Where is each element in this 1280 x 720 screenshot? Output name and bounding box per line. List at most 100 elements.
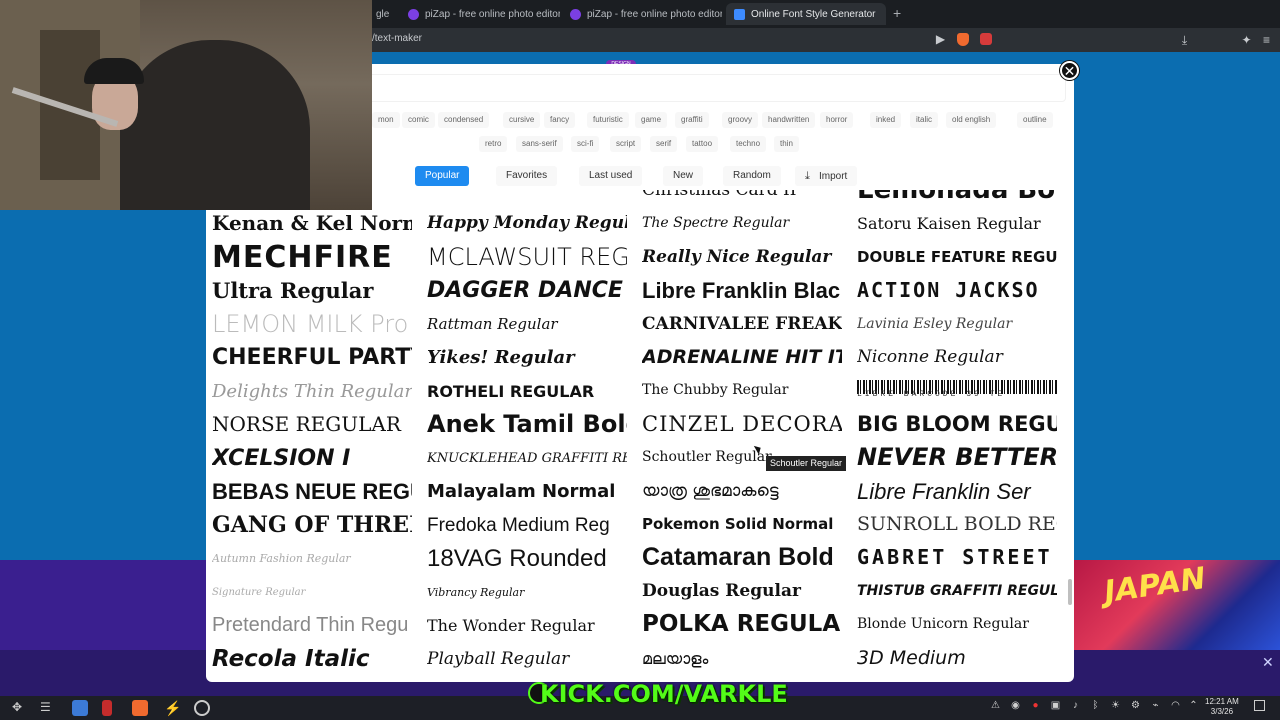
font-option[interactable]: POLKA REGULAR	[642, 608, 842, 641]
tag-chip[interactable]: sci-fi	[571, 136, 600, 152]
font-option[interactable]: THISTUB GRAFFITI REGULAR	[857, 575, 1057, 608]
tab-pizap-2[interactable]: piZap - free online photo editor	[562, 3, 722, 25]
tray-icon[interactable]: ▣	[1050, 700, 1061, 711]
tray-icon[interactable]: ●	[1030, 700, 1041, 711]
tag-chip[interactable]: old english	[946, 112, 997, 128]
font-option[interactable]: മലയാളം	[642, 642, 842, 675]
menu-icon[interactable]: ≡	[1260, 34, 1273, 47]
font-option[interactable]: Christmas Card II	[642, 190, 842, 207]
font-option[interactable]: The Spectre Regular	[642, 207, 842, 240]
modal-close-icon[interactable]: ✕	[1060, 61, 1079, 80]
font-option[interactable]: SUNROLL BOLD REG	[857, 508, 1057, 541]
obs-icon[interactable]	[194, 700, 210, 716]
filter-last-used-button[interactable]: Last used	[579, 166, 643, 186]
font-option[interactable]: GANG OF THREE R	[212, 509, 412, 542]
font-option[interactable]: Lavinia Esley Regular	[857, 308, 1057, 341]
font-option[interactable]: The Wonder Regular	[427, 609, 627, 642]
show-desktop-icon[interactable]	[1254, 700, 1265, 711]
start-icon[interactable]: ✥	[12, 700, 28, 716]
font-option[interactable]: Fredoka Medium Reg	[427, 509, 627, 542]
tag-chip[interactable]: mon	[372, 112, 400, 128]
font-option[interactable]: Libre Franklin Blac	[642, 274, 842, 307]
font-option[interactable]: CINZEL DECORAT	[642, 408, 842, 441]
font-option[interactable]: NEVER BETTER	[857, 441, 1057, 474]
tag-chip[interactable]: inked	[870, 112, 902, 128]
font-option[interactable]: MCLAWSUIT REG	[427, 241, 627, 274]
font-option[interactable]: DOUBLE FEATURE REGUL	[857, 241, 1057, 274]
banner-close-icon[interactable]: ✕	[1262, 654, 1274, 671]
tray-icon[interactable]: ◉	[1010, 700, 1021, 711]
tab-font-generator[interactable]: Online Font Style Generator✕	[726, 3, 886, 25]
brightness-icon[interactable]: ☀	[1110, 700, 1121, 711]
tag-chip[interactable]: horror	[820, 112, 854, 128]
tag-chip[interactable]: thin	[774, 136, 799, 152]
brave-shields-icon[interactable]	[957, 33, 969, 46]
font-option[interactable]: KNUCKLEHEAD GRAFFITI REGULAR	[427, 442, 627, 475]
brave-rewards-icon[interactable]	[980, 33, 992, 45]
tag-chip[interactable]: comic	[402, 112, 435, 128]
system-clock[interactable]: 12:21 AM 3/3/26	[1205, 697, 1239, 717]
filter-random-button[interactable]: Random	[723, 166, 781, 186]
filter-import-button[interactable]: ⤓ Import	[795, 166, 858, 186]
bluetooth-icon[interactable]: ᛒ	[1090, 700, 1101, 711]
font-option[interactable]: Satoru Kaisen Regular	[857, 207, 1057, 240]
font-option[interactable]: Kenan & Kel Normal	[212, 207, 412, 240]
tag-chip[interactable]: techno	[730, 136, 767, 152]
volume-icon[interactable]: ♪	[1070, 700, 1081, 711]
tag-chip[interactable]: script	[610, 136, 642, 152]
font-option[interactable]: Autumn Fashion Regular	[212, 542, 412, 575]
font-option[interactable]: MECHFIRE	[212, 241, 412, 274]
font-option[interactable]: Signature Regular	[212, 576, 412, 609]
font-option[interactable]: Douglas Regular	[642, 575, 842, 608]
font-option[interactable]: Yikes! Regular	[427, 341, 627, 374]
font-option[interactable]: LIBRE BARCODE 39 TE	[857, 380, 1057, 399]
media-play-icon[interactable]: ▶	[934, 33, 947, 46]
tag-chip[interactable]: futuristic	[587, 112, 629, 128]
scrollbar[interactable]	[1068, 579, 1072, 605]
font-option[interactable]: CARNIVALEE FREAKSHOW	[642, 308, 842, 341]
font-option[interactable]: Niconne Regular	[857, 341, 1057, 374]
font-option[interactable]: XCELSION I	[212, 442, 412, 475]
desktop-icon[interactable]: ☰	[40, 700, 56, 716]
tag-chip[interactable]: retro	[479, 136, 508, 152]
tag-chip[interactable]: outline	[1017, 112, 1053, 128]
tag-chip[interactable]: tattoo	[686, 136, 719, 152]
tag-chip[interactable]: handwritten	[762, 112, 816, 128]
tab-google[interactable]: gle	[368, 3, 396, 25]
tag-chip[interactable]: game	[635, 112, 668, 128]
font-option[interactable]: ADRENALINE HIT ITAL	[642, 341, 842, 374]
download-icon[interactable]: ⤓	[1178, 34, 1191, 47]
font-option[interactable]: Really Nice Regular	[642, 241, 842, 274]
tab-pizap-1[interactable]: piZap - free online photo editor	[400, 3, 560, 25]
font-option[interactable]: ACTION JACKSO	[857, 274, 1057, 307]
brave-browser-icon[interactable]	[132, 700, 148, 716]
font-option[interactable]: NORSE REGULAR	[212, 408, 412, 441]
tag-chip[interactable]: fancy	[544, 112, 576, 128]
tag-chip[interactable]: groovy	[722, 112, 759, 128]
tag-chip[interactable]: cursive	[503, 112, 541, 128]
tag-chip[interactable]: serif	[650, 136, 678, 152]
leo-icon[interactable]: ✦	[1240, 34, 1253, 47]
network-icon[interactable]: ⌁	[1150, 700, 1161, 711]
tag-chip[interactable]: graffiti	[675, 112, 709, 128]
font-option[interactable]: Malayalam Normal	[427, 475, 627, 508]
tag-chip[interactable]: italic	[910, 112, 939, 128]
font-option[interactable]: Happy Monday Regular	[427, 207, 627, 240]
font-option[interactable]: The Chubby Regular	[642, 374, 842, 407]
font-option[interactable]: BEBAS NEUE REGULAR	[212, 475, 412, 508]
font-option[interactable]: Catamaran Bold	[642, 541, 842, 574]
font-option[interactable]: GABRET STREET	[857, 541, 1057, 574]
tag-chip[interactable]: condensed	[438, 112, 490, 128]
font-option[interactable]: Recola Italic	[212, 643, 412, 676]
new-tab-icon[interactable]: +	[893, 5, 901, 21]
settings-icon[interactable]: ⚙	[1130, 700, 1141, 711]
font-option[interactable]: CHEERFUL PARTY	[212, 341, 412, 374]
font-option[interactable]: Ultra Regular	[212, 274, 412, 307]
font-option[interactable]: 18VAG Rounded	[427, 542, 627, 575]
font-option[interactable]: യാത്ര ശുഭമാകട്ടെ	[642, 475, 842, 508]
font-option[interactable]: DAGGER DANCE	[427, 274, 627, 307]
tag-chip[interactable]: sans-serif	[516, 136, 563, 152]
font-option[interactable]: Anek Tamil Bold	[427, 408, 627, 441]
bolt-app-icon[interactable]: ⚡	[164, 700, 181, 716]
font-option[interactable]: ROTHELI REGULAR	[427, 375, 627, 408]
